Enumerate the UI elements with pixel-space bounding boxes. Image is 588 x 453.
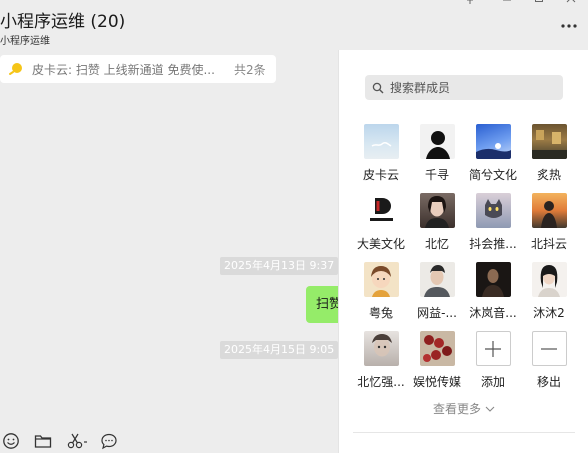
member-grid: 皮卡云 千寻 简兮文化 炙热 大美文化 北忆 抖会推... 北抖云 粤兔 网益-…	[353, 124, 577, 400]
maximize-icon[interactable]	[533, 0, 545, 6]
brand-logo-avatar	[363, 193, 399, 228]
member-name: 沐沐2	[533, 306, 565, 320]
member-item[interactable]: 大美文化	[353, 193, 409, 262]
member-item[interactable]: 北忆强...	[353, 331, 409, 400]
member-item[interactable]: 抖会推...	[465, 193, 521, 262]
member-item[interactable]: 千寻	[409, 124, 465, 193]
add-member-button[interactable]: 添加	[465, 331, 521, 400]
member-name: 北忆强...	[357, 375, 405, 389]
member-item[interactable]: 沐岚音...	[465, 262, 521, 331]
member-name: 皮卡云	[362, 168, 399, 182]
member-item[interactable]: 沐沐2	[521, 262, 577, 331]
blurred-face-avatar	[363, 331, 399, 366]
plus-icon	[485, 340, 501, 357]
member-name: 大美文化	[356, 237, 405, 251]
member-name: 网益-...	[417, 306, 457, 320]
notice-text: 皮卡云: 扫赞 上线新通道 免费使...	[32, 62, 215, 77]
member-item[interactable]: 粤兔	[353, 262, 409, 331]
portrait-avatar	[419, 193, 455, 228]
chevron-down-icon	[485, 406, 495, 412]
emoji-icon[interactable]	[2, 432, 20, 450]
cat-avatar	[475, 193, 511, 228]
member-name: 沐岚音...	[469, 306, 517, 320]
member-name: 娱悦传媒	[412, 375, 461, 389]
member-item[interactable]: 炙热	[521, 124, 577, 193]
pin-icon[interactable]	[464, 0, 476, 6]
notice-bulb-icon	[9, 63, 22, 75]
member-item[interactable]: 娱悦传媒	[409, 331, 465, 400]
group-notice-bar[interactable]: 皮卡云: 扫赞 上线新通道 免费使... 共2条	[0, 55, 276, 83]
beads-avatar	[419, 331, 455, 366]
member-item[interactable]: 简兮文化	[465, 124, 521, 193]
member-name: 炙热	[536, 168, 561, 182]
member-item[interactable]: 北抖云	[521, 193, 577, 262]
panel-divider	[353, 432, 575, 433]
chat-subtitle: 小程序运维	[0, 36, 50, 47]
group-member-panel: 搜索群成员 皮卡云 千寻 简兮文化 炙热 大美文化 北忆 抖会推... 北抖云 …	[338, 50, 588, 453]
add-tile	[475, 331, 511, 366]
folder-icon[interactable]	[34, 432, 52, 450]
more-dots-icon	[561, 24, 577, 28]
member-name: 抖会推...	[469, 237, 517, 251]
notice-count: 共2条	[234, 62, 266, 77]
member-item[interactable]: 网益-...	[409, 262, 465, 331]
message-timestamp: 2025年4月15日 9:05	[220, 341, 339, 359]
minus-icon	[541, 347, 557, 350]
remove-member-button[interactable]: 移出	[521, 331, 577, 400]
add-label: 添加	[480, 375, 505, 389]
night-sky-avatar	[475, 124, 511, 159]
member-search-input[interactable]: 搜索群成员	[365, 75, 563, 100]
member-name: 粤兔	[368, 306, 393, 320]
street-scene-avatar	[531, 124, 567, 159]
view-more-button[interactable]: 查看更多	[339, 400, 588, 417]
silhouette-avatar	[419, 124, 455, 159]
chat-bubble-icon[interactable]	[100, 432, 118, 450]
dark-portrait-avatar	[475, 262, 511, 297]
close-icon[interactable]	[565, 0, 577, 6]
member-name: 千寻	[424, 168, 449, 182]
message-timestamp: 2025年4月13日 9:37	[220, 257, 339, 275]
member-name: 北忆	[424, 237, 449, 251]
sunset-avatar	[531, 193, 567, 228]
more-options-button[interactable]	[560, 18, 578, 32]
screenshot-scissors-icon[interactable]	[67, 432, 89, 450]
woman-portrait-avatar	[531, 262, 567, 297]
man-portrait-avatar	[419, 262, 455, 297]
member-item[interactable]: 北忆	[409, 193, 465, 262]
member-item[interactable]: 皮卡云	[353, 124, 409, 193]
sky-photo-avatar	[363, 124, 399, 159]
view-more-label: 查看更多	[432, 402, 481, 416]
remove-label: 移出	[536, 375, 561, 389]
member-name: 简兮文化	[468, 168, 517, 182]
minimize-icon[interactable]	[501, 0, 513, 6]
search-placeholder: 搜索群成员	[390, 81, 451, 95]
chat-header: 小程序运维 (20) 小程序运维	[0, 0, 588, 50]
member-name: 北抖云	[530, 237, 567, 251]
remove-tile	[531, 331, 567, 366]
cartoon-girl-avatar	[363, 262, 399, 297]
chat-title: 小程序运维 (20)	[0, 12, 126, 32]
search-icon	[372, 82, 384, 93]
